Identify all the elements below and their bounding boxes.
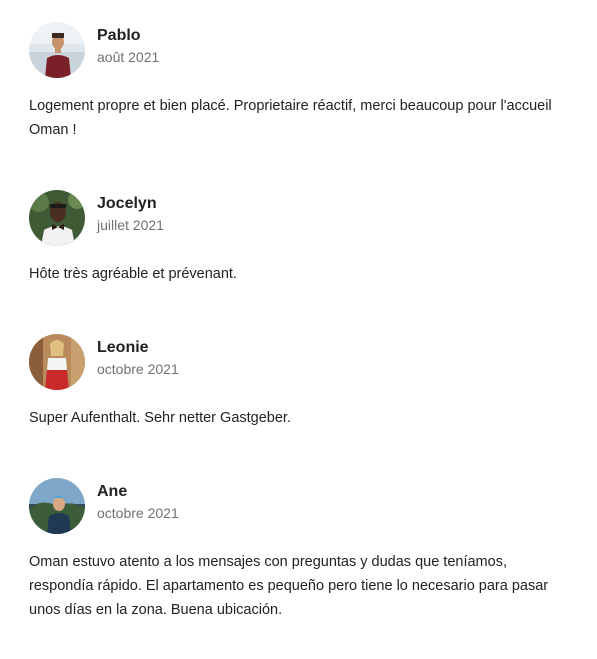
- review-date: juillet 2021: [97, 217, 164, 233]
- reviewer-meta: Leonie octobre 2021: [97, 338, 179, 379]
- review-date: août 2021: [97, 49, 160, 65]
- reviewer-avatar[interactable]: [29, 190, 85, 246]
- review-item: Pablo août 2021 Logement propre et bien …: [29, 22, 574, 138]
- review-date: octobre 2021: [97, 361, 179, 377]
- review-item: Leonie octobre 2021 Super Aufenthalt. Se…: [29, 334, 574, 426]
- review-text: Logement propre et bien placé. Proprieta…: [29, 98, 552, 138]
- reviewer-name: Jocelyn: [97, 195, 157, 212]
- review-text: Super Aufenthalt. Sehr netter Gastgeber.: [29, 410, 291, 426]
- review-date: octobre 2021: [97, 505, 179, 521]
- reviewer-meta: Jocelyn juillet 2021: [97, 194, 164, 235]
- reviewer-avatar[interactable]: [29, 22, 85, 78]
- reviewer-name: Pablo: [97, 27, 141, 44]
- review-header: Pablo août 2021: [29, 22, 574, 78]
- reviewer-avatar[interactable]: [29, 478, 85, 534]
- reviewer-meta: Pablo août 2021: [97, 26, 159, 67]
- review-header: Jocelyn juillet 2021: [29, 190, 574, 246]
- review-text: Hôte très agréable et prévenant.: [29, 266, 237, 282]
- review-header: Ane octobre 2021: [29, 478, 574, 534]
- reviewer-meta: Ane octobre 2021: [97, 482, 179, 523]
- reviewer-name: Ane: [97, 483, 128, 500]
- review-item: Ane octobre 2021 Oman estuvo atento a lo…: [29, 478, 574, 618]
- review-header: Leonie octobre 2021: [29, 334, 574, 390]
- reviewer-avatar[interactable]: [29, 334, 85, 390]
- reviewer-name: Leonie: [97, 339, 149, 356]
- review-item: Jocelyn juillet 2021 Hôte très agréable …: [29, 190, 574, 282]
- review-text: Oman estuvo atento a los mensajes con pr…: [29, 554, 549, 618]
